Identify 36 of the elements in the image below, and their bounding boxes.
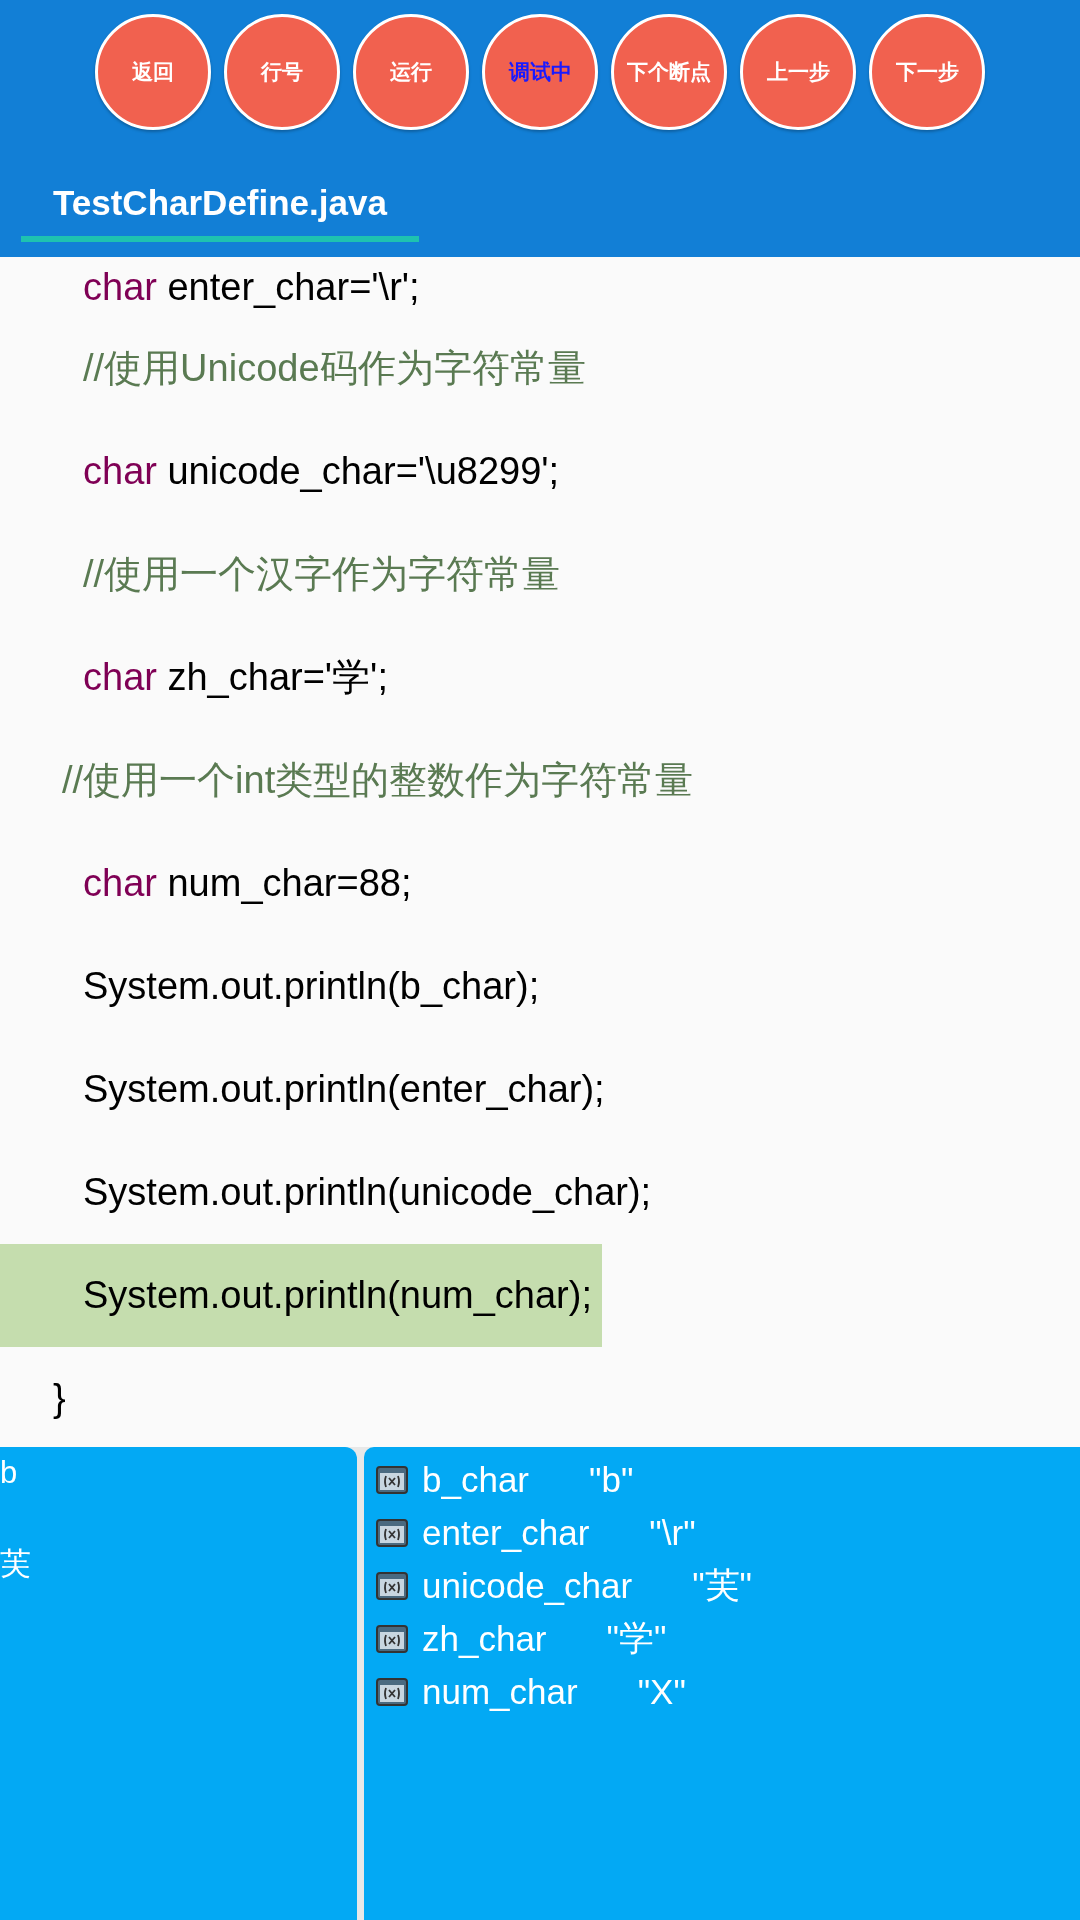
variable-icon: [376, 1677, 408, 1706]
variable-icon: [376, 1624, 408, 1653]
toolbar-button[interactable]: 运行: [353, 14, 469, 130]
variable-name: b_char: [422, 1459, 530, 1500]
variable-value: "学": [606, 1617, 667, 1659]
code-line: char unicode_char='\u8299';: [82, 449, 561, 494]
toolbar-button[interactable]: 上一步: [740, 14, 856, 130]
toolbar-button[interactable]: 下个断点: [611, 14, 727, 130]
file-tab[interactable]: TestCharDefine.java: [21, 170, 419, 242]
console-output: 芙: [0, 1545, 32, 1583]
code-line: System.out.println(unicode_char);: [82, 1170, 653, 1215]
variable-value: "芙": [692, 1564, 752, 1606]
variable-name: zh_char: [422, 1618, 547, 1659]
variable-name: num_char: [422, 1671, 578, 1712]
toolbar-button[interactable]: 返回: [95, 14, 211, 130]
console-output: b: [0, 1455, 19, 1491]
code-line: //使用Unicode码作为字符常量: [82, 346, 587, 391]
toolbar-button[interactable]: 调试中: [482, 14, 598, 130]
variable-icon: [376, 1465, 408, 1494]
code-line: char enter_char='\r';: [82, 264, 421, 310]
code-line: System.out.println(b_char);: [82, 964, 541, 1009]
variable-value: "X": [637, 1671, 686, 1712]
variable-icon: [376, 1571, 408, 1600]
variable-value: "\r": [649, 1512, 696, 1553]
toolbar-button[interactable]: 行号: [224, 14, 340, 130]
code-line: char zh_char='学';: [82, 655, 389, 700]
variable-icon: [376, 1518, 408, 1547]
variable-name: enter_char: [422, 1512, 590, 1553]
code-line: //使用一个int类型的整数作为字符常量: [61, 758, 695, 803]
code-line: }: [52, 1376, 67, 1421]
variable-name: unicode_char: [422, 1565, 633, 1606]
code-line: System.out.println(enter_char);: [82, 1067, 606, 1112]
variable-value: "b": [589, 1459, 634, 1500]
code-line: //使用一个汉字作为字符常量: [82, 552, 562, 597]
toolbar-button[interactable]: 下一步: [869, 14, 985, 130]
code-line: char num_char=88;: [82, 861, 413, 906]
